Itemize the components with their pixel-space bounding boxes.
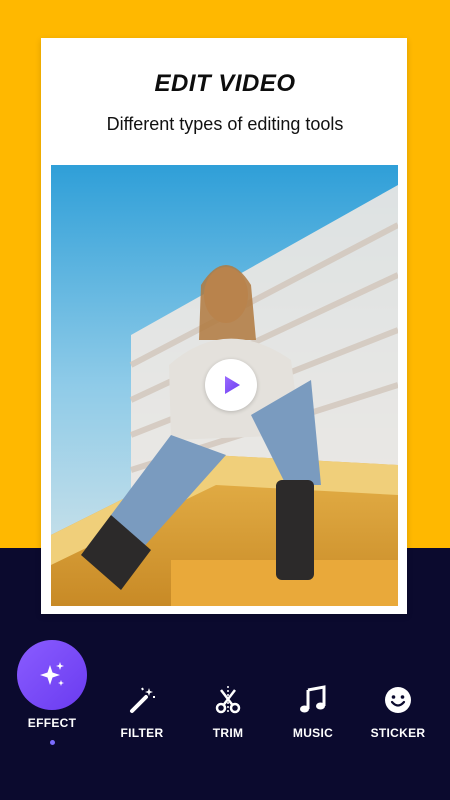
tool-trim[interactable]: TRIM <box>198 680 258 740</box>
tool-sticker-label: STICKER <box>370 726 426 740</box>
tool-trim-label: TRIM <box>212 726 244 740</box>
magic-wand-icon <box>130 687 155 713</box>
tool-sticker[interactable]: STICKER <box>368 680 428 740</box>
scissors-icon <box>215 686 241 714</box>
music-note-icon <box>300 685 326 713</box>
selected-indicator <box>49 740 55 745</box>
page-title: EDIT VIDEO <box>154 70 296 97</box>
sparkles-icon <box>40 662 64 686</box>
effect-button-circle <box>17 640 87 710</box>
tool-filter-label: FILTER <box>120 726 164 740</box>
play-icon <box>225 376 240 394</box>
tool-music-label: MUSIC <box>292 726 334 740</box>
play-button[interactable] <box>205 359 257 411</box>
smiley-icon <box>385 687 411 713</box>
tool-filter[interactable]: FILTER <box>112 680 172 740</box>
tool-music[interactable]: MUSIC <box>283 680 343 740</box>
tool-effect-label: EFFECT <box>27 716 77 730</box>
tool-effect[interactable]: EFFECT <box>17 640 87 745</box>
page-subtitle: Different types of editing tools <box>106 114 344 134</box>
editing-toolbar: EFFECT FILTER TRIM MUSIC STICKER <box>0 640 450 760</box>
